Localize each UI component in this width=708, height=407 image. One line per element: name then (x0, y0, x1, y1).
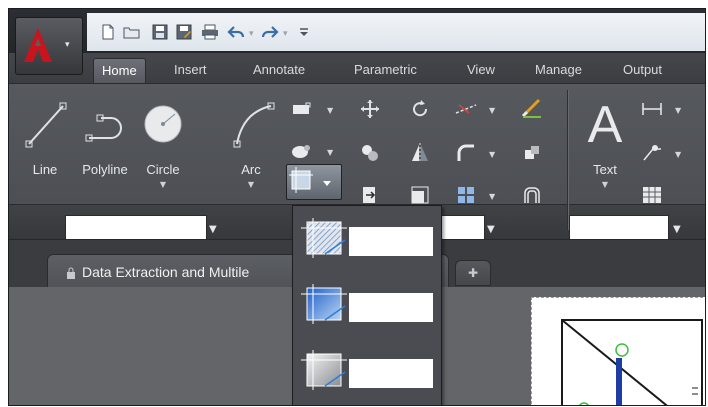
chevron-down-icon[interactable]: ▼ (209, 224, 217, 235)
text-icon: A (588, 96, 623, 154)
redo-dropdown-icon[interactable]: ▾ (283, 29, 288, 39)
tab-view[interactable]: View (467, 58, 495, 82)
arc-tool[interactable]: Arc ▼ (223, 92, 279, 192)
quick-access-toolbar: ▾ ▾ (9, 9, 705, 53)
svg-text:A: A (588, 96, 623, 152)
application-menu-button[interactable]: ▾ (15, 17, 83, 75)
chevron-down-icon: ▼ (159, 180, 167, 189)
dimension-icon[interactable] (641, 98, 663, 120)
gallery-item-gradient-blue[interactable] (301, 278, 435, 328)
autocad-logo-icon (24, 28, 52, 62)
explode-icon[interactable] (521, 142, 543, 164)
tab-home[interactable]: Home (93, 58, 146, 83)
circle-tool[interactable]: Circle ▼ (135, 92, 191, 192)
gradient-hatch-dropdown-button[interactable] (286, 164, 342, 200)
chevron-down-icon: ▼ (247, 180, 255, 189)
save-icon[interactable] (151, 23, 169, 41)
save-as-icon[interactable] (175, 23, 193, 41)
undo-icon[interactable] (227, 23, 245, 41)
chevron-down-icon[interactable]: ▼ (489, 106, 495, 115)
redo-icon[interactable] (261, 23, 279, 41)
chevron-down-icon[interactable]: ▼ (675, 106, 681, 115)
chevron-down-icon[interactable]: ▼ (327, 148, 333, 157)
line-icon (25, 102, 67, 148)
autocad-window: ▾ ▾ ▾ Home Insert Annotate Parametric Vi… (8, 8, 706, 406)
circle-icon (144, 105, 182, 143)
chevron-down-icon[interactable]: ▼ (675, 150, 681, 159)
gradient-blue-icon (301, 284, 347, 324)
line-tool[interactable]: Line (17, 92, 73, 192)
trim-icon[interactable] (455, 98, 477, 120)
scale-icon[interactable] (409, 184, 431, 206)
gallery-item-gradient-label-field (349, 293, 433, 322)
plus-icon: ✚ (467, 266, 479, 280)
gradient-gray-icon (301, 350, 347, 390)
text-label: Text (593, 162, 617, 177)
chevron-down-icon[interactable]: ▼ (489, 192, 495, 201)
arc-label: Arc (241, 162, 261, 177)
gallery-item-hatch-label-field (349, 227, 433, 256)
lock-icon (67, 267, 75, 279)
stretch-icon[interactable] (359, 184, 381, 206)
new-tab-button[interactable]: ✚ (455, 260, 491, 286)
tab-insert[interactable]: Insert (174, 58, 207, 82)
customize-icon[interactable] (295, 23, 313, 41)
rectangle-icon[interactable] (291, 98, 313, 120)
fillet-icon[interactable] (455, 142, 477, 164)
circle-label: Circle (146, 162, 180, 177)
drawing-preview (561, 319, 703, 405)
chevron-down-icon[interactable]: ▼ (489, 150, 495, 159)
hatch-pattern-icon (301, 218, 347, 258)
array-icon[interactable] (455, 184, 477, 206)
polyline-tool[interactable]: Polyline (77, 92, 133, 192)
erase-icon[interactable] (521, 96, 543, 118)
tab-parametric[interactable]: Parametric (354, 58, 417, 82)
hatch-icon[interactable] (291, 140, 313, 162)
polyline-icon (85, 114, 122, 142)
document-tab-label: Data Extraction and Multile (82, 264, 250, 280)
ribbon-tab-strip: Home Insert Annotate Parametric View Man… (9, 53, 705, 84)
leader-icon[interactable] (641, 142, 663, 164)
chevron-down-icon: ▾ (65, 40, 70, 50)
gallery-item-gradient-gray[interactable] (301, 344, 435, 394)
rotate-icon[interactable] (409, 98, 431, 120)
new-icon[interactable] (99, 23, 117, 41)
table-icon[interactable] (641, 184, 663, 206)
layout-paper (531, 297, 705, 405)
offset-icon[interactable] (521, 184, 543, 206)
gallery-item-hatch[interactable] (301, 212, 435, 262)
tab-manage[interactable]: Manage (535, 58, 582, 82)
text-tool[interactable]: A Text ▼ (575, 92, 635, 192)
tab-output[interactable]: Output (623, 58, 662, 82)
arc-icon (233, 102, 275, 148)
chevron-down-icon: ▼ (601, 180, 609, 189)
open-icon[interactable] (123, 23, 141, 41)
panel-separator (567, 90, 568, 230)
chevron-down-icon[interactable]: ▼ (487, 224, 495, 235)
gallery-item-gray-label-field (349, 359, 433, 388)
mirror-icon[interactable] (409, 142, 431, 164)
polyline-label: Polyline (82, 162, 128, 177)
plot-icon[interactable] (201, 23, 219, 41)
tab-annotate[interactable]: Annotate (253, 58, 305, 82)
move-icon[interactable] (359, 98, 381, 120)
copy-icon[interactable] (359, 142, 381, 164)
gradient-hatch-gallery (292, 205, 442, 405)
chevron-down-icon[interactable]: ▼ (673, 224, 681, 235)
chevron-down-icon (323, 181, 331, 186)
undo-dropdown-icon[interactable]: ▾ (249, 29, 254, 39)
line-label: Line (32, 162, 58, 177)
chevron-down-icon[interactable]: ▼ (327, 106, 333, 115)
